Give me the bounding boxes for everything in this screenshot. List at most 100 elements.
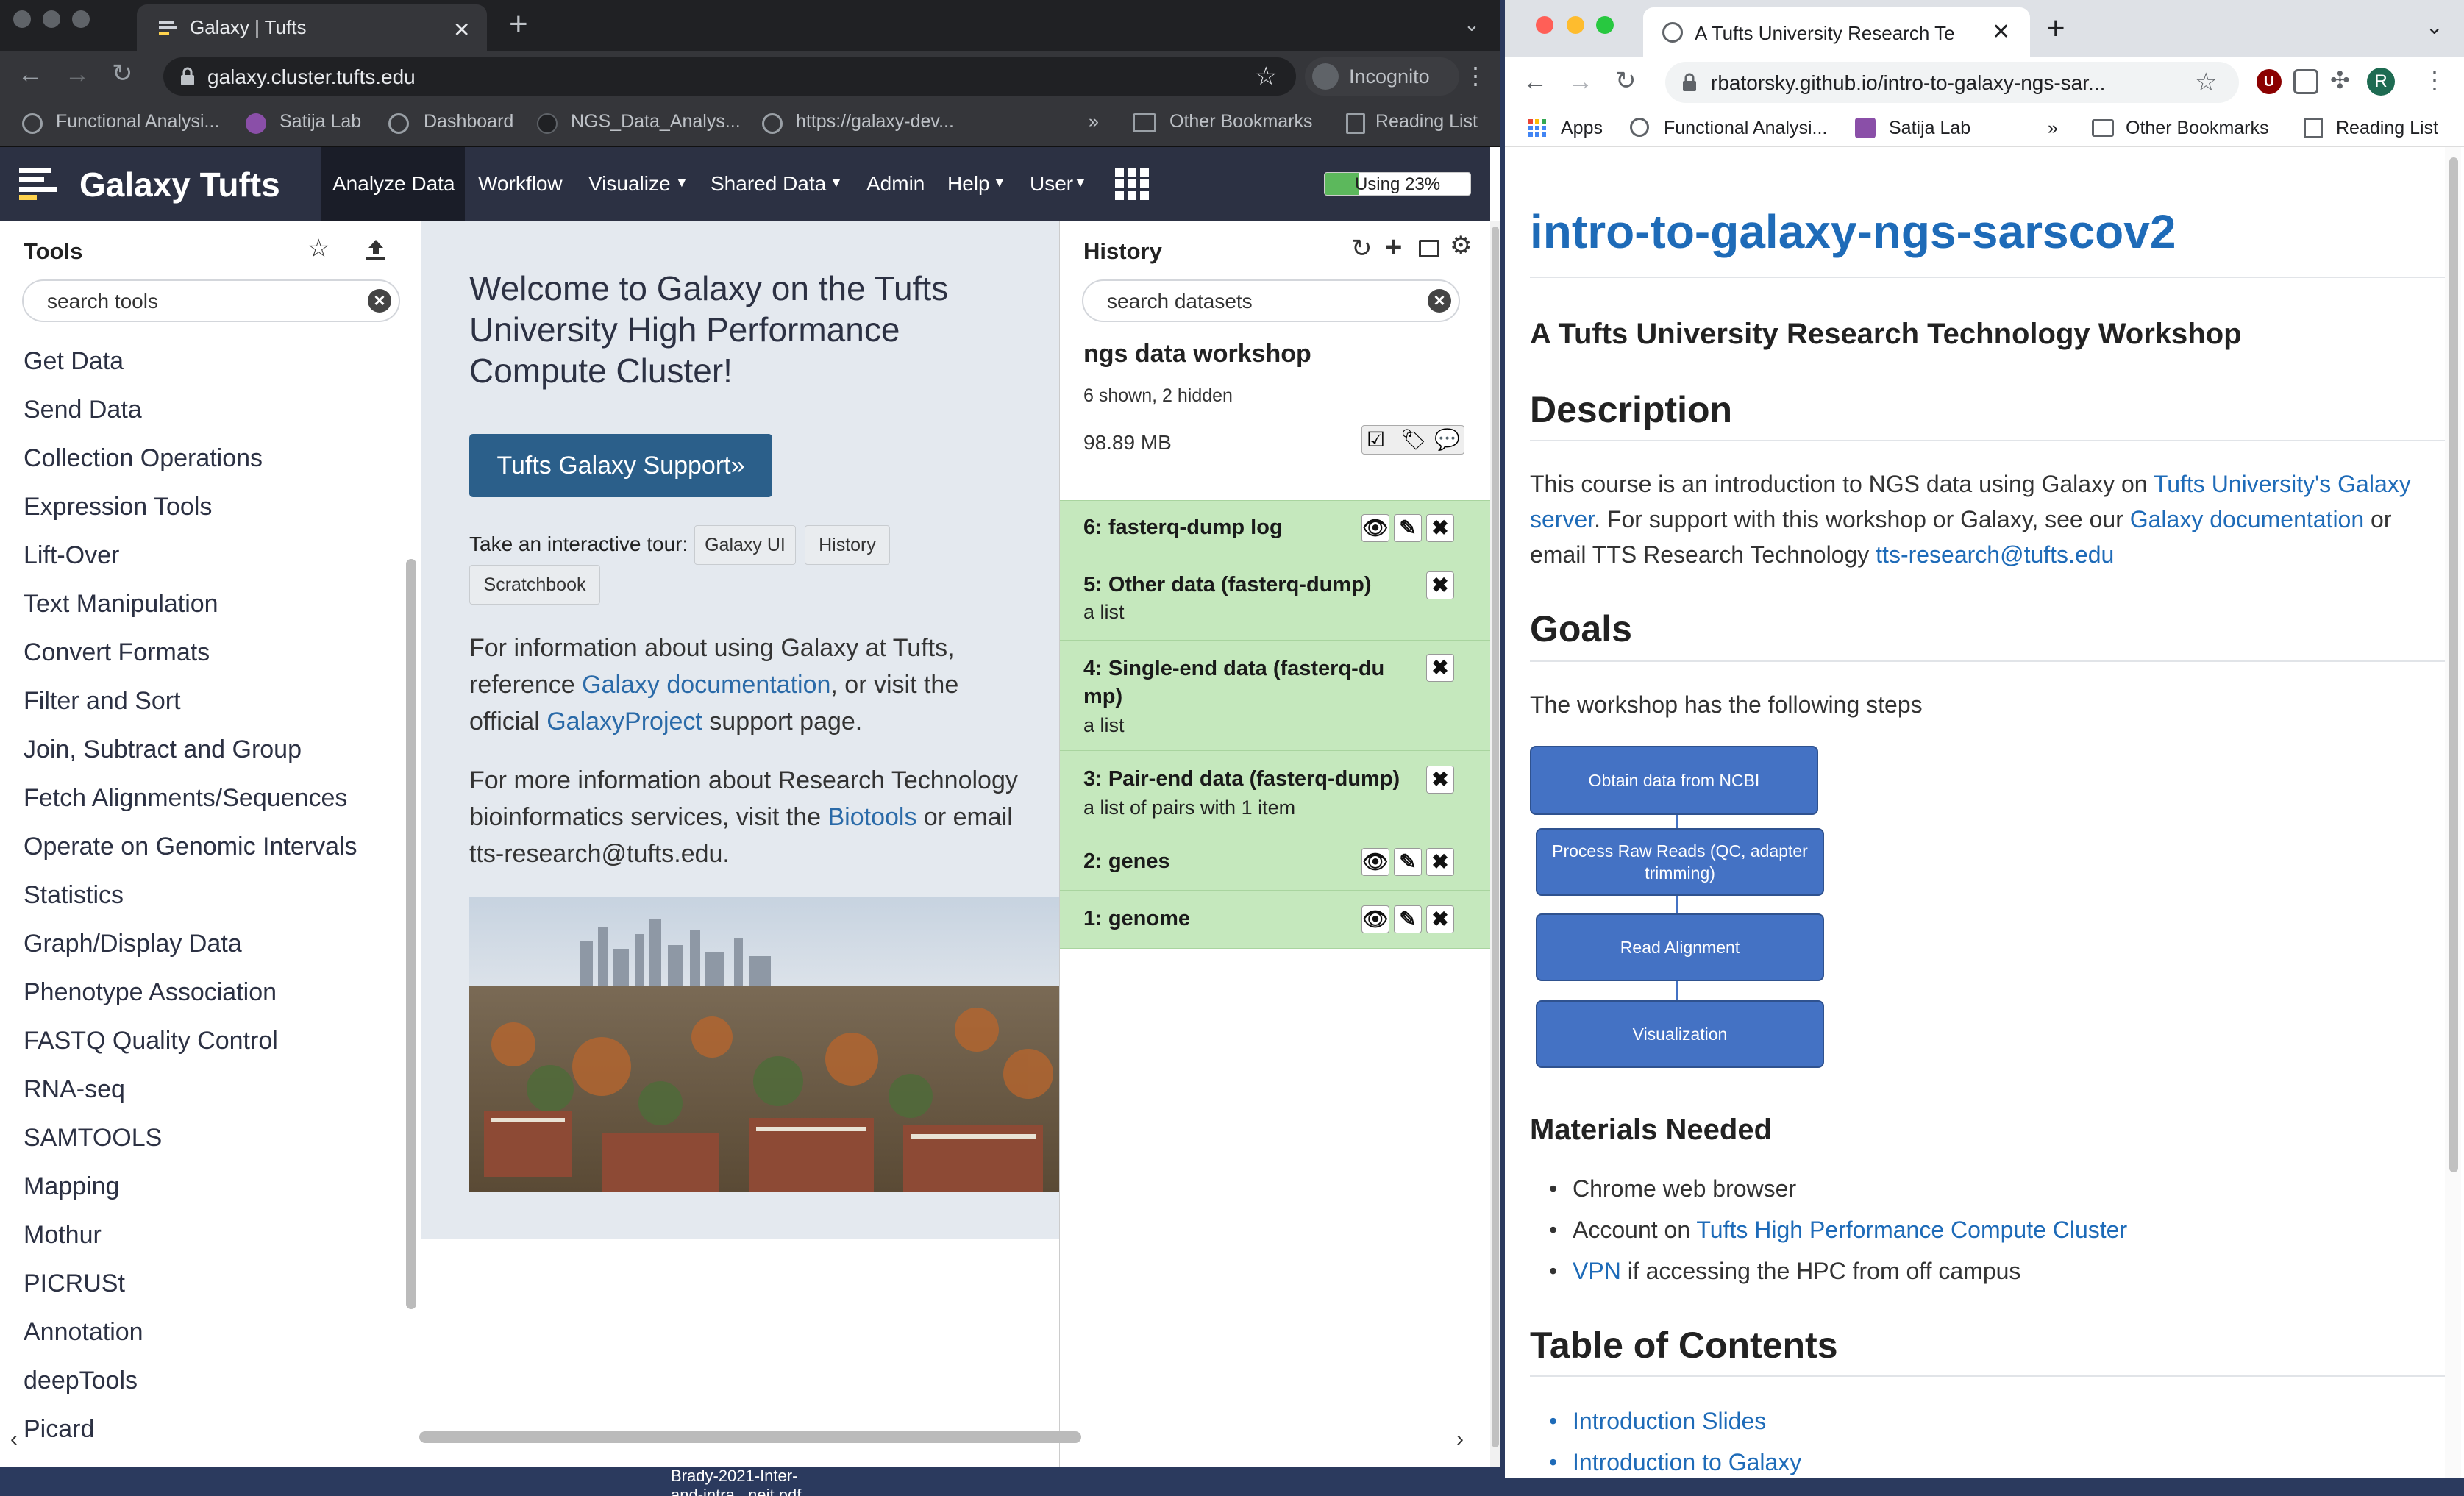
tool-section-item[interactable]: Convert Formats — [24, 638, 210, 667]
nav-user[interactable]: User — [1030, 172, 1073, 196]
history-shown-hidden[interactable]: 6 shown, 2 hidden — [1083, 385, 1233, 407]
tool-section-item[interactable]: Statistics — [24, 881, 124, 910]
quota-meter[interactable]: Using 23% — [1324, 172, 1471, 196]
eye-icon[interactable]: 👁 — [1361, 848, 1389, 876]
window-zoom-button[interactable] — [1596, 16, 1614, 34]
other-bookmarks[interactable]: Other Bookmarks — [2126, 118, 2269, 139]
biotools-link[interactable]: Biotools — [828, 803, 917, 831]
page-scrollbar[interactable] — [1490, 221, 1500, 1467]
window-close-button[interactable] — [1536, 16, 1553, 34]
pencil-icon[interactable]: ✎ — [1394, 905, 1422, 933]
galaxy-logo-icon[interactable] — [19, 168, 63, 200]
horizontal-scrollbar[interactable] — [419, 1431, 1081, 1443]
tool-section-item[interactable]: Fetch Alignments/Sequences — [24, 784, 347, 813]
dataset-title-cont[interactable]: mp) — [1083, 685, 1122, 709]
tool-section-item[interactable]: Picard — [24, 1415, 94, 1437]
address-bar[interactable]: rbatorsky.github.io/intro-to-galaxy-ngs-… — [1665, 62, 2239, 103]
back-icon[interactable]: ← — [1523, 68, 1548, 96]
dataset-item[interactable]: 1: genome 👁 ✎ ✖ — [1060, 890, 1491, 949]
window-zoom-button[interactable] — [72, 10, 90, 28]
dataset-title[interactable]: 6: fasterq-dump log — [1083, 516, 1283, 540]
dataset-title[interactable]: 2: genes — [1083, 849, 1170, 874]
tool-section-item[interactable]: FASTQ Quality Control — [24, 1027, 278, 1055]
eye-icon[interactable]: 👁 — [1361, 514, 1389, 542]
tab-close-icon[interactable]: ✕ — [453, 18, 470, 42]
tool-section-item[interactable]: Expression Tools — [24, 493, 212, 521]
window-minimize-button[interactable] — [1567, 16, 1584, 34]
pencil-icon[interactable]: ✎ — [1394, 514, 1422, 542]
tour-history-button[interactable]: History — [805, 525, 890, 565]
tab-search-chevron-icon[interactable]: ⌄ — [2426, 15, 2443, 39]
toc-item[interactable]: Introduction to Galaxy — [1549, 1449, 1801, 1476]
page-scrollbar-thumb[interactable] — [1492, 227, 1499, 1447]
puzzle-extensions-icon[interactable]: ✣ — [2330, 66, 2350, 94]
collapse-right-icon[interactable]: › — [1456, 1427, 1464, 1452]
address-bar[interactable]: galaxy.cluster.tufts.edu ☆ — [163, 57, 1296, 96]
tool-section-item[interactable]: Join, Subtract and Group — [24, 735, 302, 764]
bookmarks-overflow-icon[interactable]: » — [2048, 118, 2058, 139]
new-tab-icon[interactable]: + — [509, 6, 528, 43]
tab-search-chevron-icon[interactable]: ⌄ — [1464, 13, 1480, 36]
tool-section-item[interactable]: Lift-Over — [24, 541, 119, 570]
nav-visualize[interactable]: Visualize — [588, 172, 671, 196]
dataset-item[interactable]: 5: Other data (fasterq-dump) a list ✖ — [1060, 558, 1491, 640]
nav-workflow[interactable]: Workflow — [478, 172, 563, 196]
incognito-chip[interactable]: Incognito — [1305, 57, 1459, 96]
tool-section-item[interactable]: Send Data — [24, 396, 142, 424]
nav-shared-data[interactable]: Shared Data — [711, 172, 826, 196]
tool-section-item[interactable]: Graph/Display Data — [24, 930, 242, 958]
back-icon[interactable]: ← — [18, 60, 43, 89]
delete-x-icon[interactable]: ✖ — [1426, 571, 1454, 599]
tour-galaxy-ui-button[interactable]: Galaxy UI — [694, 525, 796, 565]
toc-item[interactable]: Introduction Slides — [1549, 1408, 1766, 1435]
hpc-cluster-link[interactable]: Tufts High Performance Compute Cluster — [1696, 1217, 2127, 1243]
profile-avatar[interactable]: R — [2367, 68, 2395, 96]
history-name[interactable]: ngs data workshop — [1083, 340, 1311, 368]
tour-scratchbook-button[interactable]: Scratchbook — [469, 565, 600, 605]
tab-close-icon[interactable]: ✕ — [1992, 19, 2010, 45]
nav-help[interactable]: Help — [947, 172, 990, 196]
reading-list[interactable]: Reading List — [2336, 118, 2438, 139]
tool-section-item[interactable]: Operate on Genomic Intervals — [24, 833, 357, 861]
reading-list[interactable]: Reading List — [1375, 111, 1478, 132]
eye-icon[interactable]: 👁 — [1361, 905, 1389, 933]
tool-section-item[interactable]: Collection Operations — [24, 444, 263, 473]
reload-icon[interactable]: ↻ — [112, 59, 133, 88]
forward-icon[interactable]: → — [65, 60, 90, 89]
dataset-item[interactable]: 6: fasterq-dump log 👁 ✎ ✖ — [1060, 500, 1491, 558]
tool-section-item[interactable]: Get Data — [24, 347, 124, 376]
tool-section-item[interactable]: Phenotype Association — [24, 978, 277, 1007]
delete-x-icon[interactable]: ✖ — [1426, 654, 1454, 682]
history-search-input[interactable]: search datasets × — [1082, 279, 1460, 322]
delete-x-icon[interactable]: ✖ — [1426, 905, 1454, 933]
tab-workshop[interactable]: A Tufts University Research Te ✕ — [1643, 7, 2030, 57]
pencil-icon[interactable]: ✎ — [1394, 848, 1422, 876]
nav-analyze-data[interactable]: Analyze Data — [332, 172, 455, 196]
delete-x-icon[interactable]: ✖ — [1426, 766, 1454, 794]
bookmark-2[interactable]: Satija Lab — [1889, 118, 1970, 139]
dataset-item[interactable]: 2: genes 👁 ✎ ✖ — [1060, 833, 1491, 890]
bookmark-1[interactable]: Functional Analysi... — [1664, 118, 1827, 139]
dataset-title[interactable]: 4: Single-end data (fasterq-du — [1083, 657, 1384, 681]
bookmark-apps[interactable]: Apps — [1561, 118, 1603, 139]
support-button[interactable]: Tufts Galaxy Support» — [469, 434, 772, 497]
bookmark-3[interactable]: Dashboard — [424, 111, 513, 132]
apps-grid-icon[interactable] — [1115, 168, 1149, 200]
window-minimize-button[interactable] — [43, 10, 60, 28]
dataset-item[interactable]: 4: Single-end data (fasterq-du mp) a lis… — [1060, 640, 1491, 750]
tool-section-item[interactable]: Annotation — [24, 1318, 143, 1347]
tool-section-item[interactable]: deepTools — [24, 1367, 138, 1395]
tool-section-item[interactable]: RNA-seq — [24, 1075, 125, 1104]
reload-icon[interactable]: ↻ — [1615, 66, 1637, 96]
dataset-title[interactable]: 1: genome — [1083, 907, 1190, 931]
browser-menu-icon[interactable]: ⋮ — [1464, 62, 1487, 90]
browser-menu-icon[interactable]: ⋮ — [2423, 66, 2446, 94]
select-checkbox-icon[interactable]: ☑ — [1367, 427, 1385, 452]
other-bookmarks[interactable]: Other Bookmarks — [1169, 111, 1313, 132]
bookmarks-overflow-icon[interactable]: » — [1089, 111, 1099, 132]
history-options-gear-icon[interactable]: ⚙ — [1450, 231, 1472, 260]
dataset-title[interactable]: 3: Pair-end data (fasterq-dump) — [1083, 767, 1400, 791]
delete-x-icon[interactable]: ✖ — [1426, 514, 1454, 542]
annotation-icon[interactable]: 💬 — [1434, 427, 1460, 452]
page-title[interactable]: intro-to-galaxy-ngs-sarscov2 — [1530, 204, 2176, 259]
